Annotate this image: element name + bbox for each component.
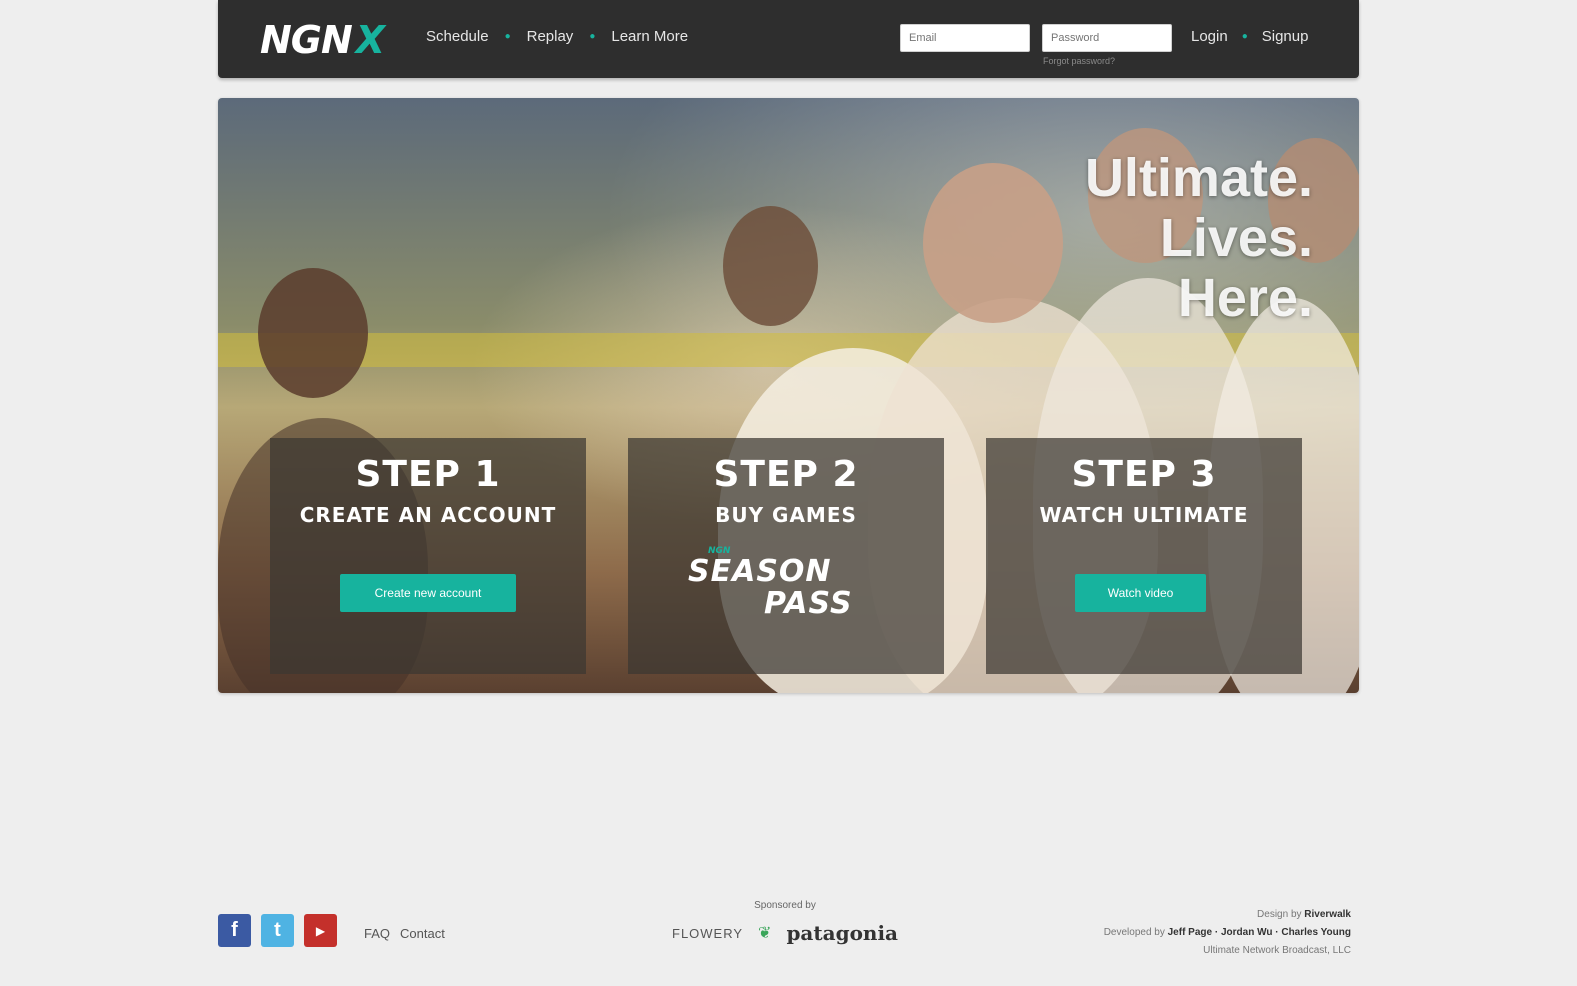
main-nav: Schedule ● Replay ● Learn More xyxy=(426,28,688,45)
faq-link[interactable]: FAQ xyxy=(364,926,390,941)
sponsor-2[interactable]: patagonia xyxy=(786,921,898,945)
contact-link[interactable]: Contact xyxy=(400,926,445,941)
step-3-panel: STEP 3 WATCH ULTIMATE Watch video xyxy=(986,438,1302,674)
step-2-title: STEP 2 xyxy=(713,454,859,495)
auth-links: Login ● Signup xyxy=(1191,28,1308,45)
credit-prefix: Design by xyxy=(1257,909,1302,920)
page: NGNX Schedule ● Replay ● Learn More Forg… xyxy=(0,0,1577,986)
step-1-title: STEP 1 xyxy=(355,454,501,495)
auth-separator: ● xyxy=(1241,31,1248,42)
tagline-line-2: Lives. xyxy=(1159,208,1313,268)
hero-banner: Ultimate. Lives. Here. STEP 1 CREATE AN … xyxy=(218,98,1359,693)
nav-learn-more[interactable]: Learn More xyxy=(611,28,688,45)
login-form xyxy=(900,24,1172,52)
credits: Design by Riverwalk Developed by Jeff Pa… xyxy=(1104,906,1351,960)
password-input[interactable] xyxy=(1042,24,1172,52)
twitter-icon[interactable]: t xyxy=(261,914,294,947)
forgot-password-link[interactable]: Forgot password? xyxy=(1043,56,1115,66)
credit-prefix: Developed by xyxy=(1103,927,1165,938)
step-2-subtitle: BUY GAMES xyxy=(715,503,857,527)
facebook-icon[interactable]: f xyxy=(218,914,251,947)
step-3-title: STEP 3 xyxy=(1071,454,1217,495)
steps-row: STEP 1 CREATE AN ACCOUNT Create new acco… xyxy=(270,438,1302,674)
season-pass-line-2: PASS xyxy=(764,586,853,621)
nav-separator: ● xyxy=(504,31,511,42)
login-link[interactable]: Login xyxy=(1191,28,1228,45)
credit-name[interactable]: Riverwalk xyxy=(1304,909,1351,920)
ngn-logo[interactable]: NGN X xyxy=(260,18,385,62)
tagline-line-3: Here. xyxy=(1177,268,1313,328)
hero-photo-head xyxy=(723,206,818,326)
signup-link[interactable]: Signup xyxy=(1262,28,1309,45)
tagline-line-1: Ultimate. xyxy=(1084,148,1313,208)
sponsors: Sponsored by FLOWERY ❦ patagonia xyxy=(672,900,898,945)
credit-name: Ultimate Network Broadcast, LLC xyxy=(1203,945,1351,956)
email-input[interactable] xyxy=(900,24,1030,52)
sponsor-1[interactable]: FLOWERY xyxy=(672,926,743,941)
top-navbar: NGNX Schedule ● Replay ● Learn More Forg… xyxy=(218,0,1359,78)
social-links: f t ▶ xyxy=(218,914,337,947)
hero-tagline: Ultimate. Lives. Here. xyxy=(1085,148,1313,328)
credit-line: Developed by Jeff Page · Jordan Wu · Cha… xyxy=(1104,924,1351,942)
watch-video-button[interactable]: Watch video xyxy=(1075,574,1206,612)
season-pass-logo[interactable]: NGN SEASON PASS xyxy=(688,546,888,626)
step-1-subtitle: CREATE AN ACCOUNT xyxy=(299,503,557,527)
leaf-icon: ❦ xyxy=(758,925,772,942)
sponsors-label: Sponsored by xyxy=(754,900,816,911)
step-2-panel: STEP 2 BUY GAMES NGN SEASON PASS xyxy=(628,438,944,674)
nav-replay[interactable]: Replay xyxy=(527,28,574,45)
step-3-subtitle: WATCH ULTIMATE xyxy=(1039,503,1249,527)
sponsors-row: FLOWERY ❦ patagonia xyxy=(672,921,898,945)
credit-name[interactable]: Jeff Page · Jordan Wu · Charles Young xyxy=(1168,927,1351,938)
credit-line: Ultimate Network Broadcast, LLC xyxy=(1104,942,1351,960)
credit-line: Design by Riverwalk xyxy=(1104,906,1351,924)
footer-links: FAQ Contact xyxy=(364,926,445,941)
hero-photo-head xyxy=(923,163,1063,323)
season-pass-line-1: SEASON xyxy=(688,554,832,589)
create-account-button[interactable]: Create new account xyxy=(340,574,516,612)
hero-photo-head xyxy=(258,268,368,398)
logo-accent: X xyxy=(355,18,385,62)
nav-separator: ● xyxy=(589,31,596,42)
step-1-panel: STEP 1 CREATE AN ACCOUNT Create new acco… xyxy=(270,438,586,674)
logo-text: NGN xyxy=(260,18,353,62)
nav-schedule[interactable]: Schedule xyxy=(426,28,489,45)
youtube-icon[interactable]: ▶ xyxy=(304,914,337,947)
